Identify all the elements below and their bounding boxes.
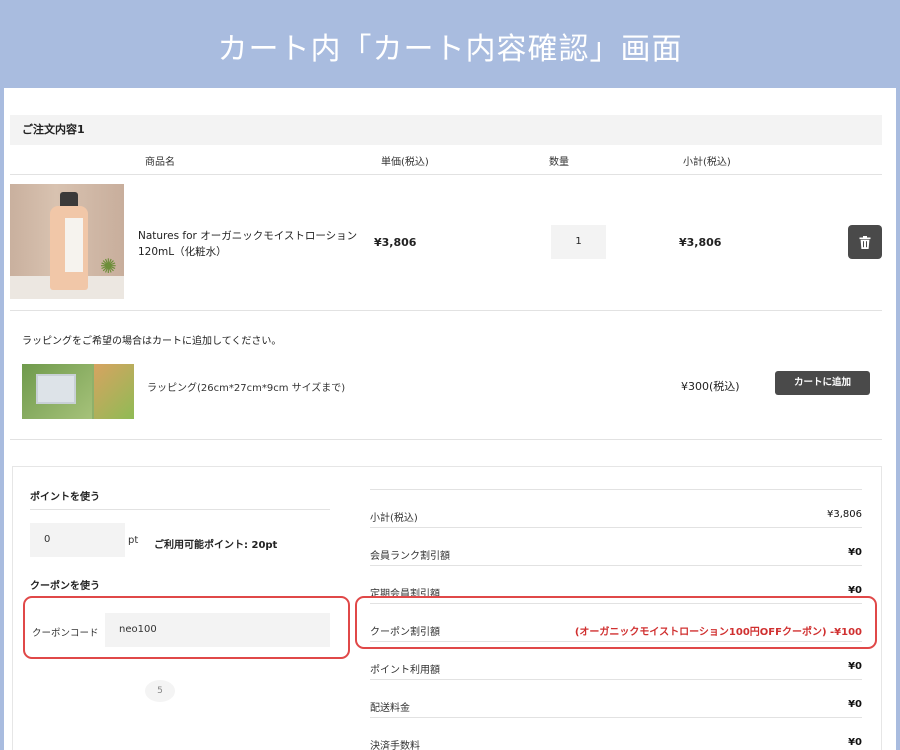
summary-label: 決済手数料 <box>370 741 420 750</box>
summary-label: 会員ランク割引額 <box>370 551 450 562</box>
summary-label: 配送料金 <box>370 703 410 714</box>
column-header-unit-price: 単価(税込) <box>381 157 429 168</box>
column-header-subtotal: 小計(税込) <box>683 157 731 168</box>
divider <box>370 527 862 528</box>
add-wrapping-to-cart-button[interactable]: カートに追加 <box>775 371 870 395</box>
divider <box>370 565 862 566</box>
divider <box>30 509 330 510</box>
divider <box>10 439 882 440</box>
quantity-input[interactable]: 1 <box>551 225 606 259</box>
divider <box>10 310 882 311</box>
order-section-header: ご注文内容1 <box>10 115 882 145</box>
summary-row-payment-fee: 決済手数料 ¥0 <box>370 723 862 750</box>
wrapping-image <box>22 364 134 419</box>
product-name-line2: 120mL（化粧水） <box>138 246 227 258</box>
summary-value: ¥0 <box>848 585 862 596</box>
coupon-code-label: クーポンコード <box>32 628 99 639</box>
column-header-product: 商品名 <box>145 157 175 168</box>
product-name[interactable]: Natures for オーガニックモイストローション 120mL（化粧水） <box>138 228 358 260</box>
summary-value: ¥0 <box>848 699 862 710</box>
divider <box>370 489 862 490</box>
column-header-quantity: 数量 <box>549 157 569 168</box>
available-points: ご利用可能ポイント: 20pt <box>154 540 278 551</box>
points-input[interactable]: 0 <box>30 523 125 557</box>
trash-icon <box>859 235 871 249</box>
summary-value: ¥0 <box>848 737 862 748</box>
gift-box-shape <box>36 374 76 404</box>
divider <box>10 174 882 175</box>
summary-label: ポイント利用額 <box>370 665 440 676</box>
wrapping-price: ¥300(税込) <box>681 380 740 393</box>
summary-value: ¥3,806 <box>827 509 862 520</box>
points-section-title: ポイントを使う <box>30 492 100 503</box>
product-subtotal: ¥3,806 <box>679 236 722 249</box>
delete-item-button[interactable] <box>848 225 882 259</box>
coupon-count-badge[interactable]: 5 <box>145 680 175 702</box>
summary-value: ¥0 <box>848 547 862 558</box>
wrapping-message: ラッピングをご希望の場合はカートに追加してください。 <box>22 336 282 347</box>
coupon-code-input[interactable]: neo100 <box>105 613 330 647</box>
wrapping-label: ラッピング(26cm*27cm*9cm サイズまで) <box>147 383 346 394</box>
divider <box>370 717 862 718</box>
coupon-discount-highlight-frame <box>355 596 877 649</box>
bottle-label-shape <box>65 218 83 272</box>
page-banner-title: カート内「カート内容確認」画面 <box>0 0 900 88</box>
product-unit-price: ¥3,806 <box>374 236 417 249</box>
summary-label: 小計(税込) <box>370 513 418 524</box>
cart-panel: ご注文内容1 商品名 単価(税込) 数量 小計(税込) ✺ Natures fo… <box>4 88 896 750</box>
coupon-section-title: クーポンを使う <box>30 581 100 592</box>
wrapping-photo-right <box>94 364 134 419</box>
plant-icon: ✺ <box>100 254 117 278</box>
product-image[interactable]: ✺ <box>10 184 124 299</box>
divider <box>370 679 862 680</box>
points-unit: pt <box>128 535 139 546</box>
product-name-line1: Natures for オーガニックモイストローション <box>138 230 358 242</box>
summary-value: ¥0 <box>848 661 862 672</box>
